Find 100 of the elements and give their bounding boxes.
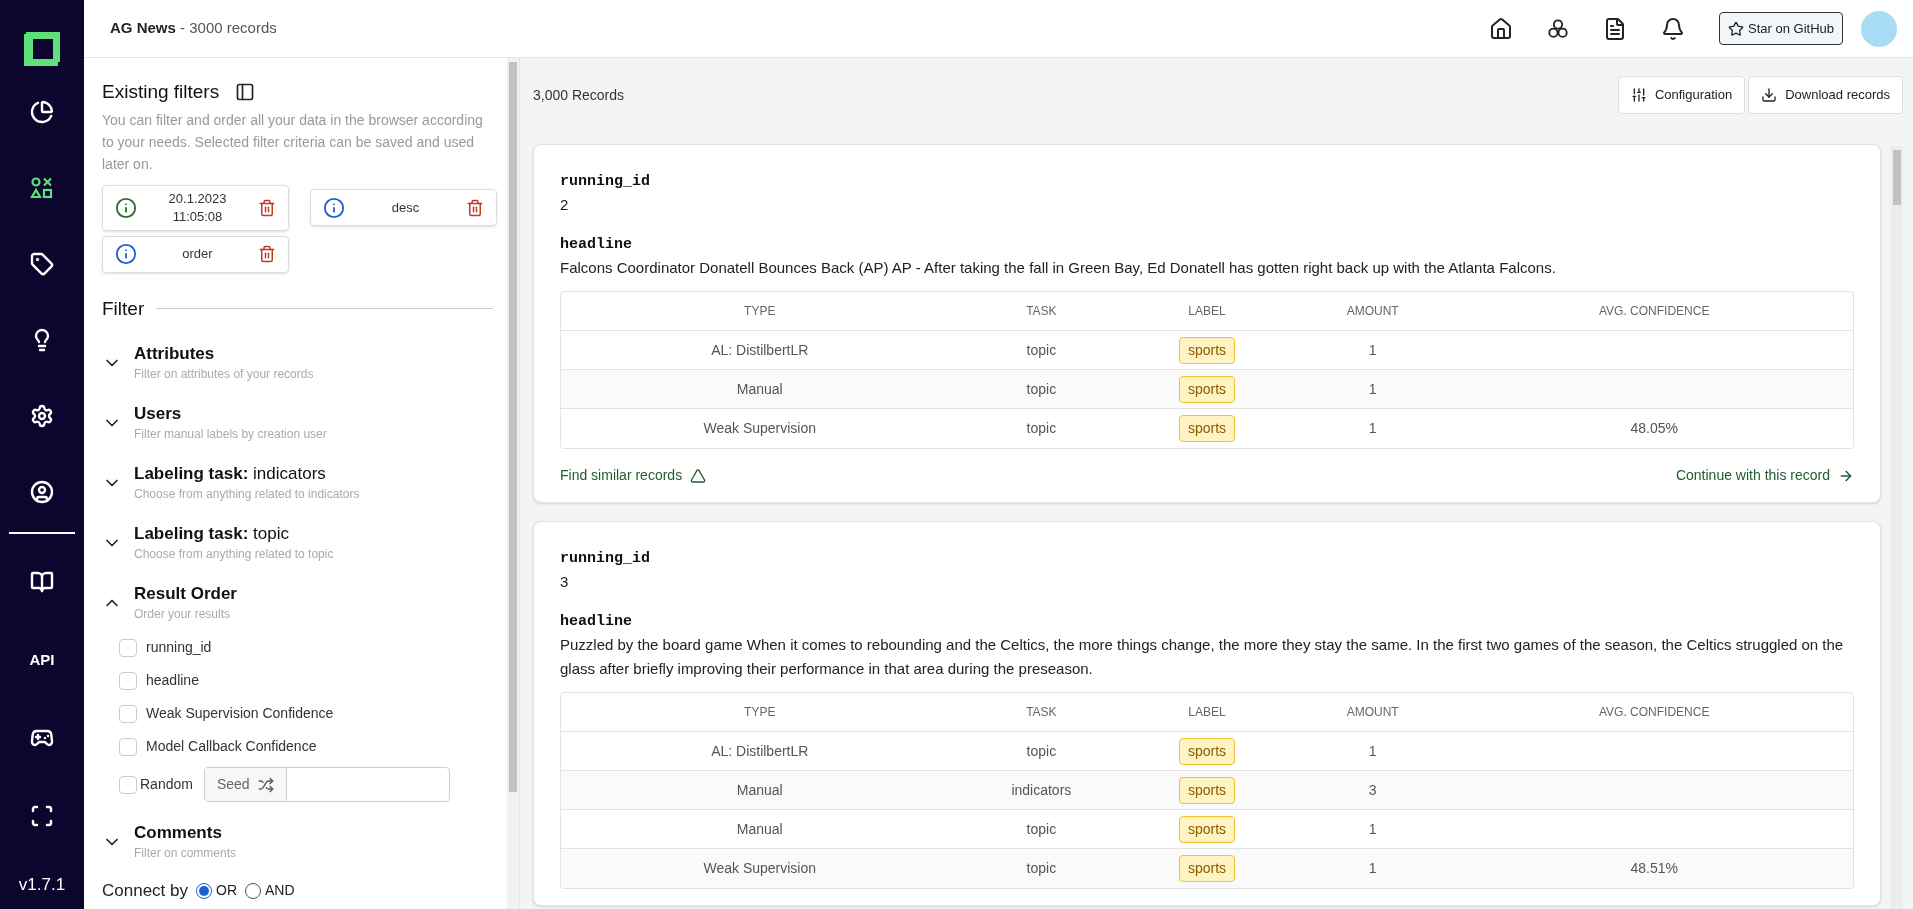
- star-icon: [1728, 20, 1744, 37]
- table-cell-text: 1: [1367, 859, 1378, 878]
- circles-icon[interactable]: [1547, 17, 1569, 40]
- checkbox[interactable]: [119, 704, 137, 723]
- connect-label: Connect by: [102, 880, 188, 902]
- table-cell-text: topic: [1025, 419, 1058, 438]
- book-icon[interactable]: [30, 570, 54, 594]
- seed-field[interactable]: Seed: [203, 767, 450, 802]
- label-tag: sports: [1178, 415, 1236, 442]
- column-header: TASK: [1025, 704, 1058, 721]
- accordion-header[interactable]: Attributes Filter on attributes of your records: [102, 343, 493, 383]
- toolbar-button[interactable]: Download records: [1748, 76, 1903, 114]
- sidebar-toggle-icon[interactable]: [235, 82, 256, 103]
- field-name: headline: [560, 612, 633, 632]
- table-cell-text: indicators: [1010, 780, 1073, 800]
- home-icon[interactable]: [1489, 16, 1513, 41]
- column-header: AMOUNT: [1345, 303, 1400, 320]
- section-subtitle: Choose from anything related to topic: [134, 546, 334, 563]
- field-value: Puzzled by the board game When it comes to rebounding and the Celtics, the more things change, the more they stay the same. In the first two games of the season, the Celtics struggled on the glass after briefly improving their performance in that area during the preseason.: [560, 635, 1845, 679]
- accordion-header[interactable]: Result Order Order your results: [102, 583, 493, 623]
- section-title: Comments: [134, 822, 223, 844]
- delete-icon[interactable]: [466, 198, 484, 217]
- records-count: 3,000 Records: [533, 85, 625, 105]
- fullscreen-icon[interactable]: [30, 804, 54, 828]
- option-label: Random: [140, 775, 193, 794]
- table-cell-text: Manual: [735, 819, 784, 839]
- table-cell-text: 1: [1367, 419, 1378, 438]
- pie-chart-icon[interactable]: [30, 100, 54, 124]
- scrollbar[interactable]: [1891, 146, 1903, 909]
- info-icon[interactable]: [115, 243, 137, 265]
- accordion-header[interactable]: Comments Filter on comments: [102, 822, 493, 862]
- api-link[interactable]: API: [29, 648, 55, 672]
- table-cell-text: topic: [1025, 340, 1058, 360]
- toolbar-button[interactable]: Configuration: [1617, 76, 1746, 114]
- chip-label: order: [182, 245, 213, 263]
- option-label: Weak Supervision Confidence: [146, 704, 334, 723]
- filter-chip[interactable]: desc: [310, 189, 497, 226]
- chip-label: 20.1.2023 11:05:08: [168, 189, 227, 226]
- table-cell-text: topic: [1025, 741, 1058, 761]
- triangle-icon: [690, 467, 707, 484]
- find-similar-link[interactable]: Find similar records: [560, 465, 707, 486]
- table-cell-text: 1: [1367, 819, 1378, 839]
- tag-icon[interactable]: [30, 252, 54, 276]
- delete-icon[interactable]: [258, 245, 276, 263]
- field-value: Falcons Coordinator Donatell Bounces Back (AP) AP - After taking the fall in Green Bay, Ed Donatell has gotten right back up with the Atlanta Falcons.: [560, 258, 1557, 278]
- table-cell-text: Manual: [735, 780, 784, 800]
- logo-icon[interactable]: [24, 30, 60, 66]
- option-label: Model Callback Confidence: [146, 737, 317, 756]
- section-subtitle: Filter manual labels by creation user: [134, 426, 327, 443]
- info-icon[interactable]: [323, 196, 345, 219]
- checkbox[interactable]: [119, 737, 137, 756]
- download-icon: [1761, 87, 1778, 103]
- document-icon[interactable]: [1603, 16, 1627, 41]
- column-header: LABEL: [1187, 704, 1227, 721]
- shapes-icon[interactable]: [30, 176, 54, 200]
- field-name: running_id: [560, 549, 651, 569]
- section-subtitle: Filter on comments: [134, 845, 237, 862]
- accordion-header[interactable]: Labeling task: indicators Choose from anything related to indicators: [102, 463, 493, 503]
- continue-link[interactable]: Continue with this record: [1675, 465, 1854, 486]
- field-name: headline: [560, 235, 633, 255]
- accordion-header[interactable]: Labeling task: topic Choose from anything related to topic: [102, 523, 493, 563]
- version-label: v1.7.1: [18, 873, 66, 896]
- radio-label: OR: [216, 881, 237, 901]
- chip-label: desc: [391, 198, 420, 217]
- panel-description: You can filter and order all your data in the browser according to your needs. Selected filter criteria can be saved and used later on.: [102, 110, 484, 174]
- info-icon[interactable]: [115, 196, 137, 219]
- sliders-icon: [1630, 87, 1647, 103]
- label-tag: sports: [1178, 336, 1236, 364]
- user-circle-icon[interactable]: [30, 480, 54, 504]
- section-title: Labeling task: indicators: [134, 463, 327, 485]
- delete-icon[interactable]: [258, 198, 276, 217]
- filter-chip[interactable]: 20.1.2023 11:05:08: [102, 184, 289, 231]
- column-header: AVG. CONFIDENCE: [1598, 704, 1711, 721]
- table-cell-text: Manual: [735, 379, 784, 399]
- checkbox[interactable]: [119, 671, 137, 690]
- notifications-icon[interactable]: [1661, 16, 1685, 41]
- panel-title: Existing filters: [102, 80, 220, 104]
- project-title: AG News - 3000 records: [110, 18, 277, 39]
- shuffle-icon[interactable]: [257, 776, 274, 793]
- field-value: 2: [560, 195, 570, 215]
- settings-icon[interactable]: [30, 404, 54, 428]
- checkbox[interactable]: [119, 638, 137, 657]
- scrollbar[interactable]: [507, 58, 519, 909]
- accordion-header[interactable]: Users Filter manual labels by creation user: [102, 403, 493, 443]
- table-cell-text: Weak Supervision: [702, 419, 818, 438]
- label-tag: sports: [1178, 815, 1236, 843]
- section-subtitle: Order your results: [134, 606, 232, 623]
- seed-label: Seed: [216, 775, 250, 794]
- checkbox[interactable]: [119, 775, 137, 794]
- field-name: running_id: [560, 172, 651, 192]
- table-cell-text: Weak Supervision: [702, 859, 818, 878]
- option-label: running_id: [146, 638, 212, 657]
- label-tag: sports: [1178, 737, 1236, 765]
- label-tag: sports: [1178, 375, 1236, 403]
- radio-label: AND: [265, 881, 295, 901]
- table-cell-text: 1: [1367, 741, 1378, 761]
- filter-chip[interactable]: order: [102, 235, 289, 273]
- table-cell-text: 1: [1367, 379, 1378, 399]
- column-header: TASK: [1025, 303, 1058, 320]
- github-star-button[interactable]: Star on GitHub: [1719, 11, 1843, 46]
